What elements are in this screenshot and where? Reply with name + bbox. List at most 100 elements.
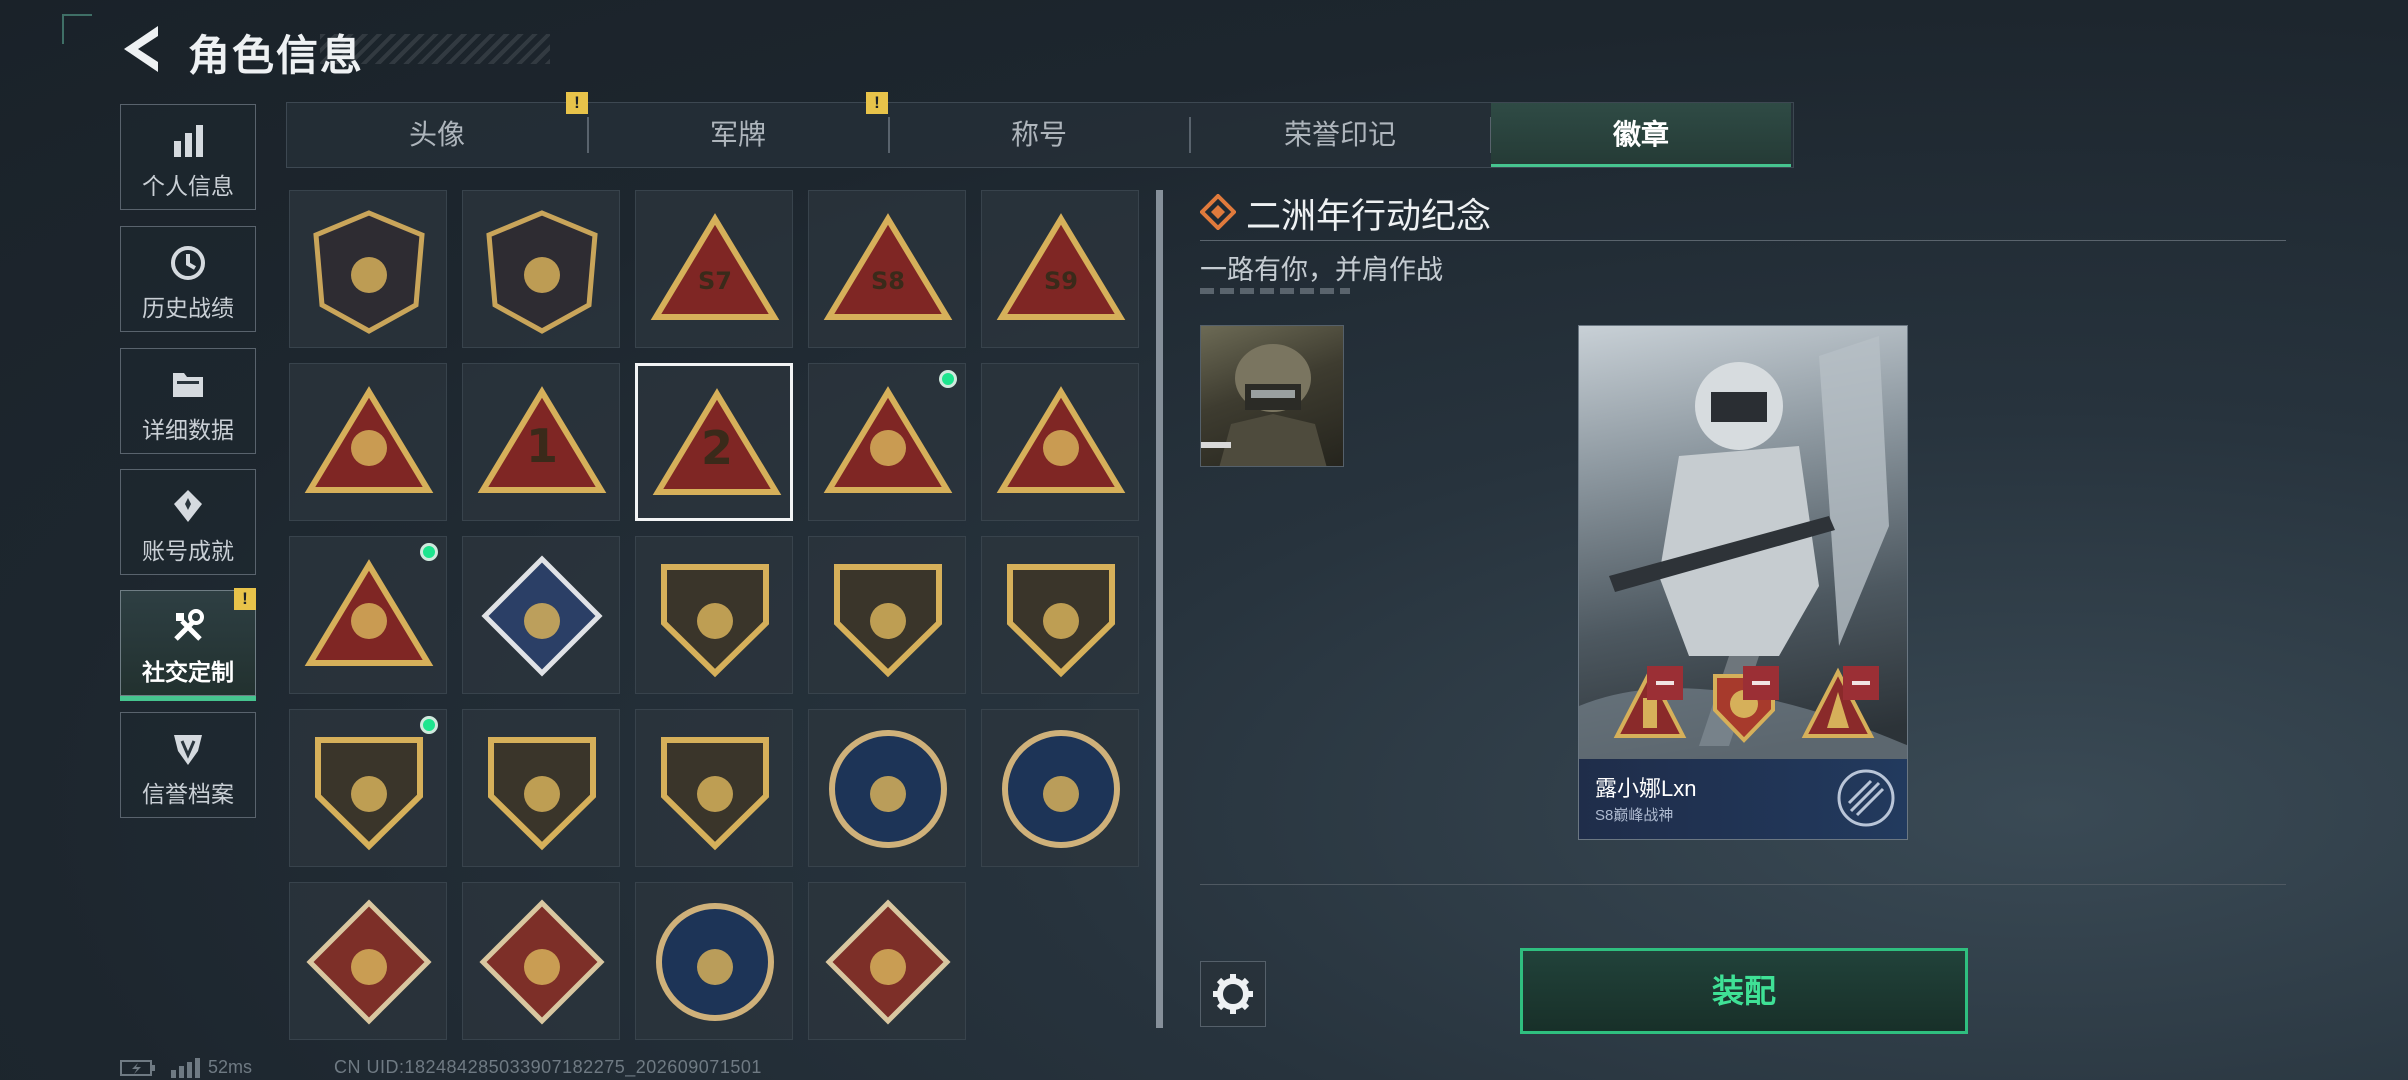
alert-badge: ! <box>566 92 588 114</box>
alert-badge: ! <box>234 588 256 610</box>
badge-label: 2 <box>701 421 733 475</box>
badge-cell[interactable]: 1 <box>462 363 620 521</box>
player-rank-title: S8巅峰战神 <box>1595 807 1674 824</box>
badge-rifle-shield-icon <box>488 737 596 851</box>
badge-cell[interactable] <box>808 709 966 867</box>
tab-honor-mark[interactable]: 荣誉印记 <box>1190 103 1490 167</box>
soldier-portrait <box>1201 344 1327 466</box>
badge-chevron-shield-icon <box>834 564 942 678</box>
nav-item-history[interactable]: 历史战绩 <box>120 226 256 332</box>
badge-cell[interactable] <box>635 536 793 694</box>
nav-item-label: 信誉档案 <box>142 781 234 807</box>
badge-wolf-icon <box>656 903 774 1021</box>
badge-cell[interactable] <box>289 709 447 867</box>
shield-emblem-icon <box>174 735 202 765</box>
badge-number-1-icon: 1 <box>477 386 607 493</box>
badge-cell[interactable] <box>289 190 447 348</box>
clock-icon <box>171 246 205 280</box>
nav-item-detail-data[interactable]: 详细数据 <box>120 348 256 454</box>
divider <box>1200 240 2286 241</box>
badge-cell[interactable]: S8 <box>808 190 966 348</box>
badge-star-shield-icon <box>1007 564 1115 678</box>
badge-cell[interactable]: S9 <box>981 190 1139 348</box>
badge-eagle-icon <box>829 730 947 848</box>
remove-badge-button[interactable] <box>1647 666 1683 700</box>
new-indicator-dot <box>420 716 438 734</box>
badge-cell[interactable] <box>808 882 966 1040</box>
badge-cell[interactable] <box>808 536 966 694</box>
badge-label: 1 <box>526 419 558 473</box>
nav-item-achievements[interactable]: 账号成就 <box>120 469 256 575</box>
rank-emblem-icon <box>1837 769 1895 827</box>
tools-icon <box>174 609 204 641</box>
tab-bar: 头像 军牌 称号 荣誉印记 徽章 <box>286 102 1794 168</box>
diamond-emblem-icon <box>1200 194 1236 230</box>
badge-cell[interactable] <box>462 882 620 1040</box>
ping-value: 52ms <box>208 1057 253 1077</box>
player-name: 露小娜Lxn <box>1595 776 1697 801</box>
badge-rocket-icon <box>304 559 434 666</box>
badge-cell[interactable] <box>635 709 793 867</box>
network-status: 52ms <box>120 1057 253 1079</box>
badge-drill-icon <box>825 899 951 1025</box>
back-arrow-icon[interactable] <box>118 22 164 76</box>
remove-badge-button[interactable] <box>1743 666 1779 700</box>
badge-s7-icon: S7 <box>650 213 780 320</box>
badge-runner-icon <box>479 899 605 1025</box>
badge-s8-icon: S8 <box>823 213 953 320</box>
nav-item-label: 个人信息 <box>142 173 234 199</box>
player-card-preview: 露小娜Lxn S8巅峰战神 <box>1578 325 1908 840</box>
achievement-icon <box>174 490 202 522</box>
equip-button[interactable]: 装配 <box>1520 948 1968 1034</box>
badge-target-shield-icon <box>661 737 769 851</box>
nav-item-label: 账号成就 <box>142 538 234 564</box>
badge-usb-icon <box>823 386 953 493</box>
badge-s9-icon: S9 <box>996 213 1126 320</box>
badge-cell[interactable] <box>462 190 620 348</box>
scrollbar[interactable] <box>1156 190 1163 1028</box>
badge-cell[interactable] <box>981 709 1139 867</box>
badge-label: S7 <box>698 267 732 295</box>
new-indicator-dot <box>939 370 957 388</box>
badge-detail-subtitle: 一路有你，并肩作战 <box>1200 255 1443 285</box>
nav-item-reputation[interactable]: 信誉档案 <box>120 712 256 818</box>
nav-item-label: 详细数据 <box>142 417 234 443</box>
uid-text: CN UID:18248428503390718​2275_2026090715… <box>334 1057 762 1077</box>
badge-cell[interactable] <box>981 363 1139 521</box>
page-title: 角色信息 <box>188 32 365 79</box>
badge-cell[interactable] <box>462 536 620 694</box>
tab-dog-tag[interactable]: 军牌 <box>588 103 888 167</box>
badge-cell[interactable]: 2 <box>635 363 793 521</box>
badge-cell[interactable]: S7 <box>635 190 793 348</box>
badge-label: S8 <box>871 267 905 295</box>
tab-badge[interactable]: 徽章 <box>1491 103 1791 167</box>
badge-wasp-icon <box>1002 730 1120 848</box>
badge-cell[interactable] <box>289 363 447 521</box>
divider <box>1200 884 2286 885</box>
badge-triangle-logo-icon <box>313 210 425 334</box>
nav-item-label: 历史战绩 <box>142 295 234 321</box>
badge-gem-shield-icon <box>315 737 423 851</box>
tab-title[interactable]: 称号 <box>889 103 1189 167</box>
settings-button[interactable] <box>1200 961 1266 1027</box>
nav-item-personal-info[interactable]: 个人信息 <box>120 104 256 210</box>
alert-badge: ! <box>866 92 888 114</box>
gear-icon <box>1213 974 1253 1014</box>
new-indicator-dot <box>420 543 438 561</box>
badge-cell[interactable] <box>289 882 447 1040</box>
badge-cell[interactable] <box>981 536 1139 694</box>
tab-avatar[interactable]: 头像 <box>287 103 587 167</box>
remove-badge-button[interactable] <box>1843 666 1879 700</box>
badge-cell[interactable] <box>635 882 793 1040</box>
badge-dragon-icon <box>306 899 432 1025</box>
badge-cell[interactable] <box>462 709 620 867</box>
bar-chart-icon <box>174 125 203 157</box>
folder-icon <box>173 373 203 397</box>
nav-item-label: 社交定制 <box>142 659 234 685</box>
badge-cell[interactable] <box>289 536 447 694</box>
badge-helicopter-icon <box>486 210 598 334</box>
player-avatar <box>1200 325 1344 467</box>
badge-number-2-icon: 2 <box>652 388 782 495</box>
corner-decoration <box>62 14 92 44</box>
badge-cell[interactable] <box>808 363 966 521</box>
